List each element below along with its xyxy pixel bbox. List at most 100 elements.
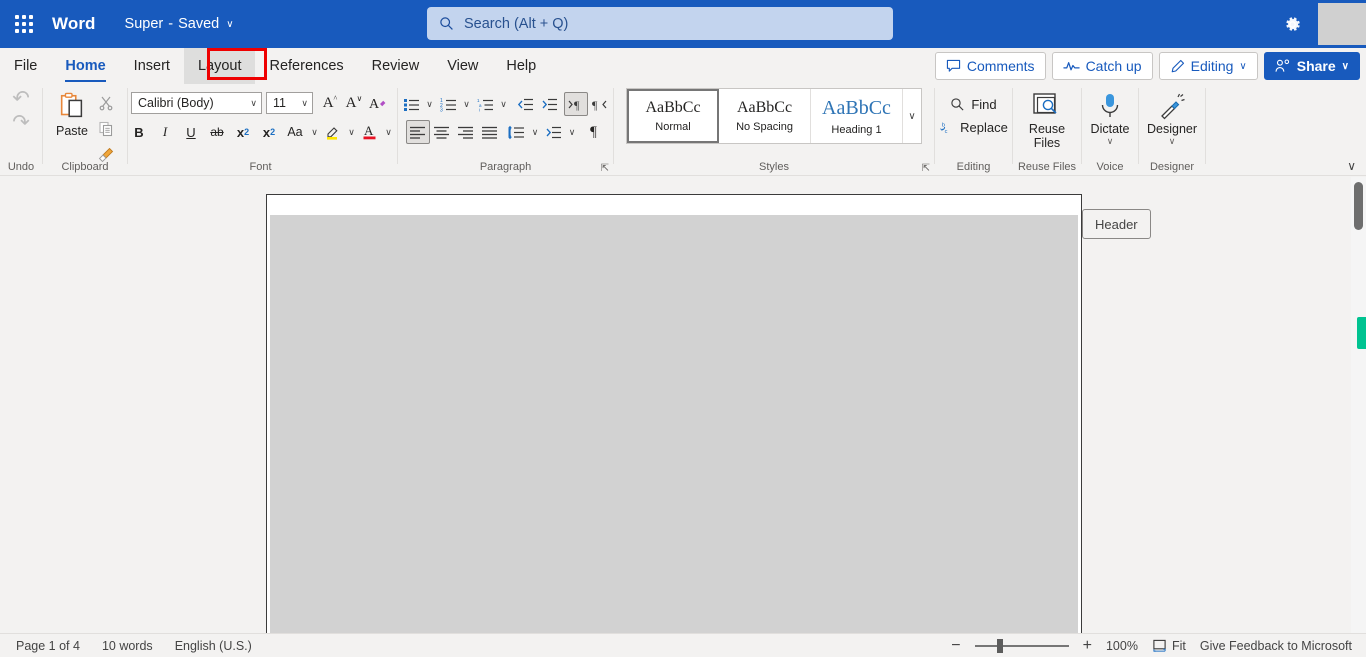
page-indicator[interactable]: Page 1 of 4: [16, 639, 80, 653]
font-color-chevron-down-icon[interactable]: ∨: [382, 120, 395, 144]
ribbon-group-editing: Find bc Replace Editing: [935, 84, 1012, 176]
align-left-button[interactable]: [405, 120, 430, 144]
editing-mode-button[interactable]: Editing ∨: [1158, 52, 1258, 80]
show-formatting-marks-button[interactable]: ¶: [582, 120, 606, 144]
app-launcher-button[interactable]: [0, 0, 48, 48]
settings-button[interactable]: [1270, 0, 1314, 48]
left-to-right-button[interactable]: ¶: [564, 92, 588, 116]
redo-arrow-icon[interactable]: ↷: [12, 111, 30, 134]
document-canvas[interactable]: ▾▴: [0, 177, 1366, 633]
share-button[interactable]: Share ∨: [1263, 52, 1360, 80]
vertical-scrollbar[interactable]: [1351, 177, 1366, 633]
chevron-down-icon: ∨: [1341, 60, 1349, 72]
document-title-area[interactable]: Super - Saved ∨: [125, 16, 234, 32]
style-normal[interactable]: AaBbCc Normal: [627, 89, 719, 143]
multilevel-chevron-down-icon[interactable]: ∨: [497, 92, 510, 116]
chevron-down-icon: ∨: [1239, 60, 1247, 72]
catch-up-button[interactable]: Catch up: [1051, 52, 1153, 80]
change-case-button[interactable]: Aa: [282, 120, 308, 144]
right-to-left-button[interactable]: ¶: [588, 92, 612, 116]
ribbon-group-clipboard: Paste Clipboard: [43, 84, 127, 176]
align-right-button[interactable]: [454, 120, 478, 144]
chevron-down-icon: ∨: [1168, 136, 1176, 146]
tab-label: View: [447, 58, 479, 74]
bold-button[interactable]: B: [126, 120, 152, 144]
word-count[interactable]: 10 words: [102, 639, 153, 653]
increase-indent-button[interactable]: [537, 92, 561, 116]
tab-references[interactable]: References: [255, 48, 357, 84]
avatar[interactable]: [1318, 3, 1366, 45]
numbering-button[interactable]: 123: [436, 92, 460, 116]
tab-file[interactable]: File: [0, 48, 51, 84]
paragraph-dialog-launcher[interactable]: ⇱: [601, 163, 609, 174]
scrollbar-thumb[interactable]: [1354, 182, 1363, 230]
paragraph-spacing-button[interactable]: [542, 120, 566, 144]
strikethrough-button[interactable]: ab: [204, 120, 230, 144]
header-tag-button[interactable]: Header: [1082, 209, 1151, 239]
bullets-chevron-down-icon[interactable]: ∨: [423, 92, 436, 116]
font-color-button[interactable]: A: [358, 120, 382, 144]
tab-help[interactable]: Help: [492, 48, 550, 84]
left-to-right-icon: ¶: [568, 97, 585, 112]
app-name[interactable]: Word: [52, 14, 96, 34]
line-spacing-chevron-down-icon[interactable]: ∨: [529, 120, 542, 144]
clear-formatting-button[interactable]: A: [366, 91, 390, 115]
numbering-chevron-down-icon[interactable]: ∨: [460, 92, 473, 116]
undo-arrow-icon[interactable]: ↶: [12, 87, 30, 110]
zoom-level[interactable]: 100%: [1106, 639, 1138, 653]
subscript-button[interactable]: x2: [230, 120, 256, 144]
grow-font-button[interactable]: A^: [318, 91, 342, 115]
language-indicator[interactable]: English (U.S.): [175, 639, 252, 653]
zoom-out-button[interactable]: −: [951, 637, 960, 654]
fit-page-button[interactable]: Fit: [1152, 639, 1186, 653]
comments-button[interactable]: Comments: [934, 52, 1046, 80]
replace-button[interactable]: bc Replace: [936, 118, 1011, 137]
italic-button[interactable]: I: [152, 120, 178, 144]
multilevel-list-button[interactable]: 1ai: [473, 92, 497, 116]
style-no-spacing[interactable]: AaBbCc No Spacing: [719, 89, 811, 143]
font-name-select[interactable]: Calibri (Body) ∨: [131, 92, 262, 114]
tab-view[interactable]: View: [433, 48, 492, 84]
decrease-indent-button[interactable]: [513, 92, 537, 116]
align-center-button[interactable]: [430, 120, 454, 144]
cut-button[interactable]: [94, 91, 118, 115]
underline-button[interactable]: U: [178, 120, 204, 144]
find-button[interactable]: Find: [947, 95, 999, 114]
superscript-button[interactable]: x2: [256, 120, 282, 144]
dictate-button[interactable]: Dictate ∨: [1087, 90, 1134, 148]
feedback-link[interactable]: Give Feedback to Microsoft: [1200, 639, 1352, 653]
copy-button[interactable]: [94, 117, 118, 141]
document-page[interactable]: ▾▴: [266, 194, 1082, 633]
style-heading-1[interactable]: AaBbCc Heading 1: [811, 89, 903, 143]
designer-button[interactable]: Designer ∨: [1143, 90, 1201, 148]
scrollbar-change-marker[interactable]: [1357, 317, 1366, 349]
justify-button[interactable]: [478, 120, 502, 144]
zoom-slider[interactable]: [974, 638, 1069, 653]
highlight-chevron-down-icon[interactable]: ∨: [345, 120, 358, 144]
bullets-button[interactable]: [399, 92, 423, 116]
text-highlight-button[interactable]: [321, 120, 345, 144]
tab-layout[interactable]: Layout: [183, 48, 256, 84]
strikethrough-label: ab: [210, 125, 224, 139]
styles-dialog-launcher[interactable]: ⇱: [922, 163, 930, 174]
ribbon-group-font: Calibri (Body) ∨ 11 ∨ A^ A∨ A B I U ab x…: [128, 84, 393, 176]
font-size-select[interactable]: 11 ∨: [266, 92, 313, 114]
search-input[interactable]: Search (Alt + Q): [427, 7, 893, 40]
tab-home[interactable]: Home: [51, 48, 119, 84]
zoom-slider-knob[interactable]: [996, 638, 1003, 653]
collapse-ribbon-button[interactable]: ∨: [1347, 159, 1356, 173]
page-selected-content[interactable]: [270, 215, 1078, 633]
paragraph-spacing-chevron-down-icon[interactable]: ∨: [566, 120, 579, 144]
shrink-font-button[interactable]: A∨: [342, 91, 366, 115]
line-spacing-button[interactable]: [505, 120, 529, 144]
paste-button[interactable]: Paste: [52, 90, 92, 140]
tab-insert[interactable]: Insert: [120, 48, 184, 84]
tab-review[interactable]: Review: [358, 48, 434, 84]
change-case-chevron-down-icon[interactable]: ∨: [308, 120, 321, 144]
zoom-in-button[interactable]: +: [1083, 637, 1092, 654]
tab-label: Insert: [133, 58, 170, 74]
tab-label: References: [269, 58, 344, 74]
microphone-icon: [1097, 92, 1123, 120]
reuse-files-button[interactable]: Reuse Files: [1025, 90, 1069, 152]
styles-more-chevron-down-icon[interactable]: ∨: [903, 89, 921, 143]
